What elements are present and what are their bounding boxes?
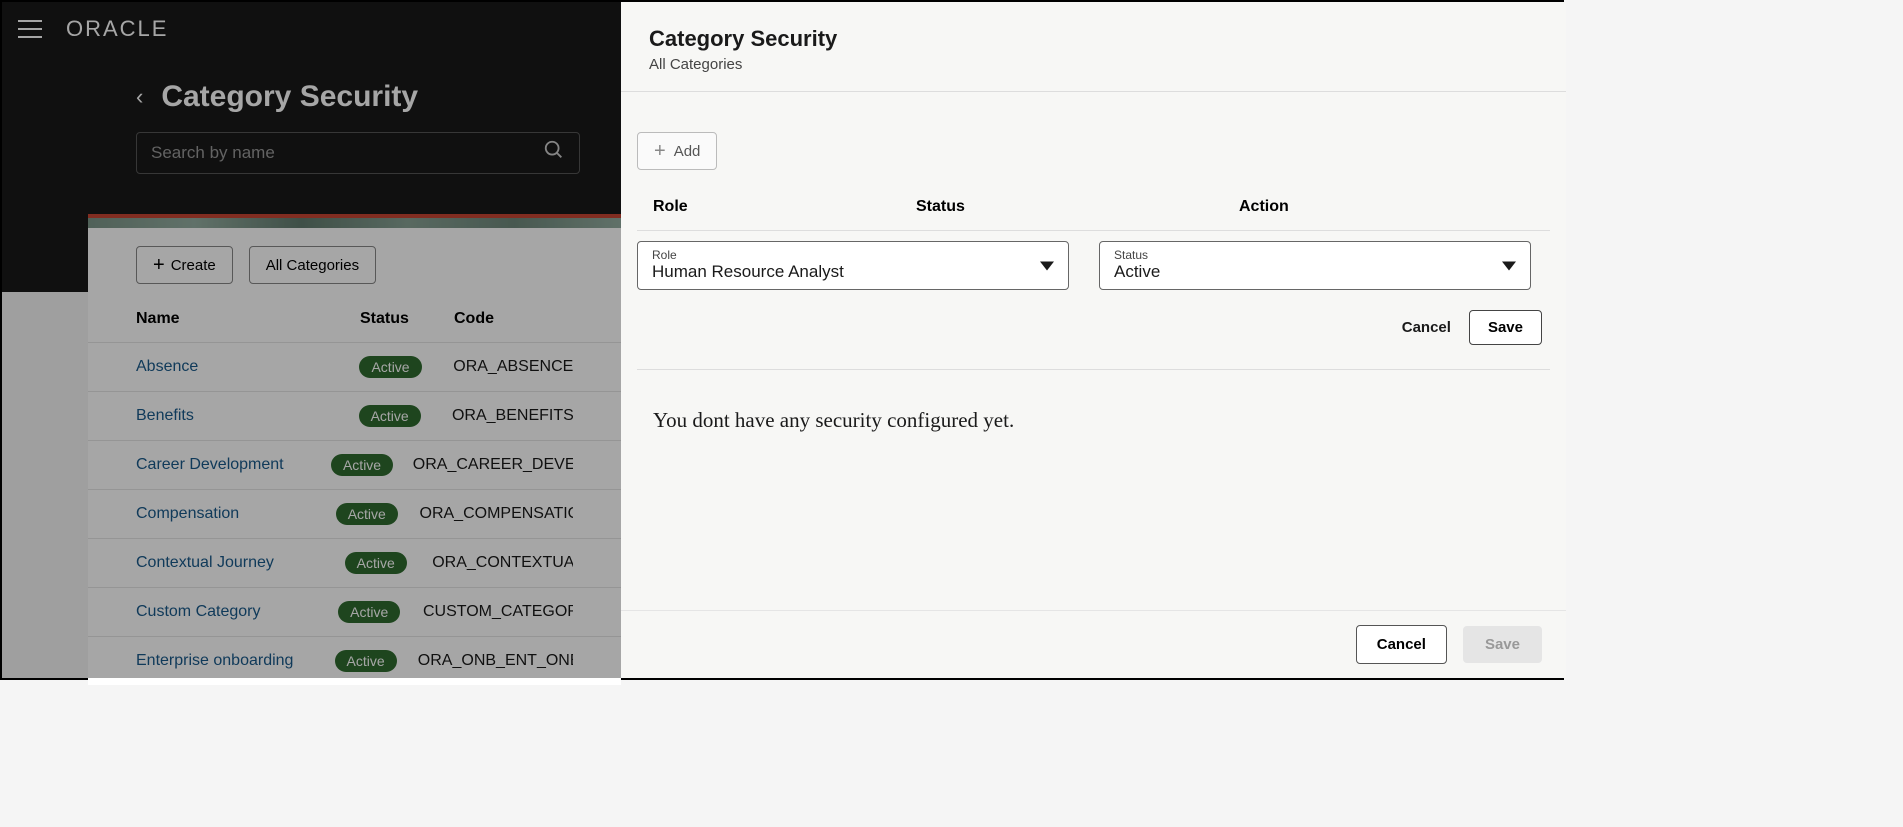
drawer-body: + Add Role Status Action Role Human Resou…: [621, 92, 1566, 610]
col-action: Action: [1239, 198, 1289, 216]
role-select-value: Human Resource Analyst: [652, 262, 1054, 282]
role-select[interactable]: Role Human Resource Analyst: [637, 241, 1069, 290]
plus-icon: +: [654, 141, 666, 161]
empty-message: You dont have any security configured ye…: [637, 370, 1550, 471]
form-row: Role Human Resource Analyst Status Activ…: [637, 231, 1550, 290]
col-role: Role: [653, 198, 916, 216]
drawer-header: Category Security All Categories: [621, 2, 1566, 92]
status-select-label: Status: [1114, 248, 1516, 262]
drawer-panel: Category Security All Categories + Add Ro…: [621, 2, 1566, 678]
drawer-subtitle: All Categories: [649, 56, 1538, 73]
chevron-down-icon: [1502, 261, 1516, 270]
add-button[interactable]: + Add: [637, 132, 717, 170]
modal-dimmer: [2, 2, 621, 678]
drawer-columns-header: Role Status Action: [637, 198, 1550, 231]
footer-cancel-button[interactable]: Cancel: [1356, 625, 1447, 664]
footer-save-button: Save: [1463, 626, 1542, 663]
inline-cancel-button[interactable]: Cancel: [1402, 319, 1451, 336]
inline-actions: Cancel Save: [637, 290, 1550, 370]
role-select-label: Role: [652, 248, 1054, 262]
inline-save-button[interactable]: Save: [1469, 310, 1542, 345]
drawer-title: Category Security: [649, 26, 1538, 52]
add-label: Add: [674, 143, 701, 160]
chevron-down-icon: [1040, 261, 1054, 270]
status-select-value: Active: [1114, 262, 1516, 282]
col-status: Status: [916, 198, 1239, 216]
status-select[interactable]: Status Active: [1099, 241, 1531, 290]
drawer-footer: Cancel Save: [621, 610, 1566, 678]
